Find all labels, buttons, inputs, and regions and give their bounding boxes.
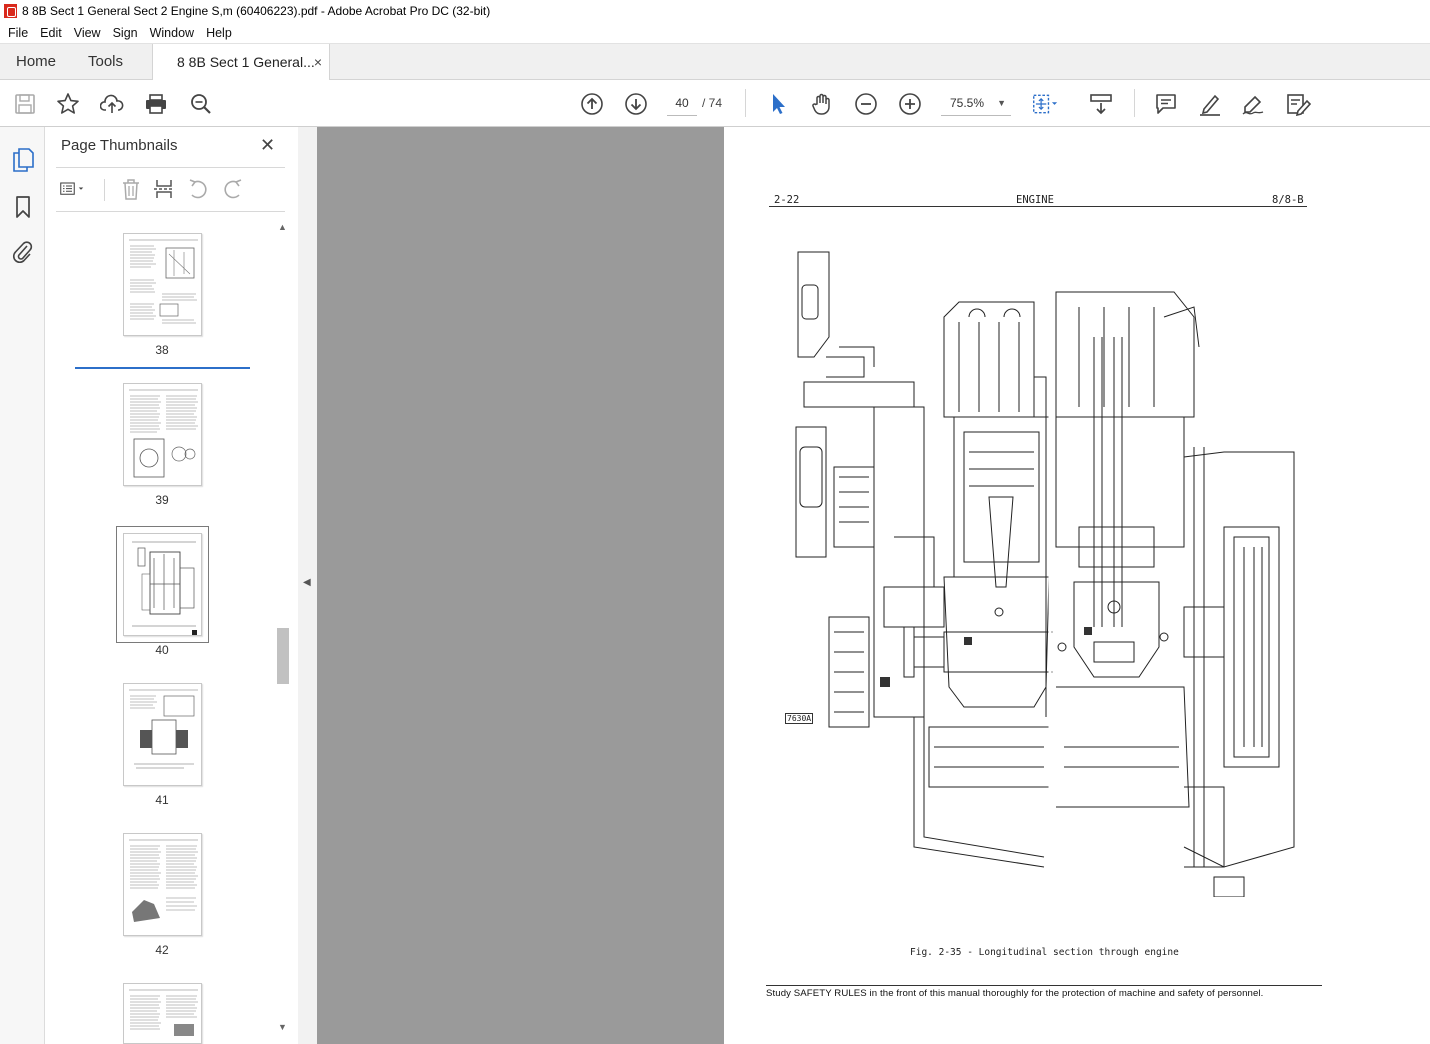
thumbnails-panel: Page Thumbnails ✕ 38 39 40 41 42: [46, 127, 298, 1044]
zoom-value: 75.5%: [950, 96, 985, 110]
menu-window[interactable]: Window: [144, 26, 200, 40]
window-title: 8 8B Sect 1 General Sect 2 Engine S,m (6…: [22, 4, 491, 18]
panel-title: Page Thumbnails: [61, 137, 178, 154]
page-number-input[interactable]: 40: [667, 90, 697, 116]
page-header-center: ENGINE: [1016, 194, 1054, 206]
close-panel-icon[interactable]: ✕: [260, 135, 275, 156]
edit-icon[interactable]: [1285, 91, 1311, 117]
star-icon[interactable]: [55, 91, 81, 117]
thumbnail-page-selected[interactable]: [123, 533, 202, 636]
close-tab-icon[interactable]: ×: [314, 44, 322, 80]
cursor-icon[interactable]: [765, 91, 791, 117]
menu-file[interactable]: File: [2, 26, 34, 40]
split-page-icon[interactable]: [152, 177, 176, 201]
divider: [56, 211, 285, 212]
rotate-right-icon[interactable]: [221, 177, 245, 201]
print-icon[interactable]: [143, 91, 169, 117]
thumbnail-page[interactable]: [123, 983, 202, 1044]
tab-tools[interactable]: Tools: [88, 44, 123, 80]
tab-bar: Home Tools 8 8B Sect 1 General... ×: [0, 44, 1430, 81]
rotate-left-icon[interactable]: [186, 177, 210, 201]
zoom-level-select[interactable]: 75.5% ▼: [941, 90, 1011, 116]
thumbnail-scrollbar[interactable]: ▲ ▼: [276, 220, 290, 1038]
tab-home[interactable]: Home: [16, 44, 56, 80]
title-bar: 8 8B Sect 1 General Sect 2 Engine S,m (6…: [0, 0, 1430, 22]
collapse-panel-icon[interactable]: ◀: [303, 577, 311, 588]
comment-icon[interactable]: [1153, 91, 1179, 117]
scroll-down-icon[interactable]: ▼: [278, 1022, 287, 1032]
thumbnail-page[interactable]: [123, 233, 202, 336]
highlight-icon[interactable]: [1197, 91, 1223, 117]
page-footer: Study SAFETY RULES in the front of this …: [766, 988, 1264, 999]
current-page-indicator: [75, 367, 250, 369]
page-thumbnails-icon[interactable]: [10, 147, 36, 173]
page-header-left: 2-22: [774, 194, 800, 206]
menu-help[interactable]: Help: [200, 26, 238, 40]
toolbar-divider: [1134, 89, 1135, 117]
scrollbar-thumb[interactable]: [277, 628, 289, 684]
tab-document[interactable]: 8 8B Sect 1 General... ×: [152, 44, 330, 81]
thumbnail-label: 39: [155, 493, 169, 507]
menu-sign[interactable]: Sign: [107, 26, 144, 40]
toolbar-divider: [104, 179, 105, 201]
toolbar-divider: [745, 89, 746, 117]
page-preview-image: [129, 389, 198, 478]
acrobat-app-icon: [4, 4, 17, 18]
engine-section-drawing: [795, 251, 1295, 897]
attachment-icon[interactable]: [10, 239, 36, 265]
page-preview-image: [132, 541, 197, 635]
thumbnail-page[interactable]: [123, 833, 202, 936]
figure-reference: 7630A: [785, 713, 814, 724]
bookmark-icon[interactable]: [10, 194, 36, 220]
menu-edit[interactable]: Edit: [34, 26, 68, 40]
thumbnail-page[interactable]: [123, 683, 202, 786]
menu-bar: File Edit View Sign Window Help: [0, 22, 1430, 44]
figure-caption: Fig. 2-35 - Longitudinal section through…: [910, 947, 1179, 958]
save-icon[interactable]: [12, 91, 38, 117]
scroll-up-icon[interactable]: ▲: [278, 222, 287, 232]
page-total: / 74: [702, 96, 723, 110]
page-preview-image: [129, 239, 198, 324]
sign-icon[interactable]: [1240, 91, 1266, 117]
arrow-down-circle-icon[interactable]: [623, 91, 649, 117]
zoom-out-icon[interactable]: [853, 91, 879, 117]
page-preview-image: [129, 689, 198, 769]
scroll-mode-icon[interactable]: [1088, 91, 1114, 117]
panel-splitter[interactable]: ◀: [298, 127, 317, 1044]
thumbnail-label: 38: [155, 343, 169, 357]
page-preview-image: [129, 839, 198, 922]
header-rule: [769, 206, 1307, 207]
thumbnail-label: 42: [155, 943, 169, 957]
upload-icon[interactable]: [99, 91, 125, 117]
zoom-in-icon[interactable]: [897, 91, 923, 117]
thumbnail-options-icon[interactable]: [60, 177, 84, 201]
left-rail: [0, 127, 45, 1044]
document-viewer[interactable]: 2-22 ENGINE 8/8-B 7630A Fig. 2-35 - Long…: [317, 127, 1430, 1044]
thumbnail-label: 40: [155, 643, 169, 657]
document-page: 2-22 ENGINE 8/8-B 7630A Fig. 2-35 - Long…: [724, 127, 1430, 1044]
page-header-right: 8/8-B: [1272, 194, 1304, 206]
delete-page-icon[interactable]: [119, 177, 143, 201]
fit-page-icon[interactable]: [1032, 91, 1058, 117]
divider: [56, 167, 285, 168]
menu-view[interactable]: View: [68, 26, 107, 40]
chevron-down-icon: ▼: [997, 98, 1006, 108]
zoom-search-icon[interactable]: [188, 91, 214, 117]
thumbnail-label: 41: [155, 793, 169, 807]
hand-icon[interactable]: [809, 91, 835, 117]
footer-rule: [766, 985, 1322, 986]
thumbnail-page[interactable]: [123, 383, 202, 486]
arrow-up-circle-icon[interactable]: [579, 91, 605, 117]
page-preview-image: [129, 989, 198, 1036]
document-tab-label: 8 8B Sect 1 General...: [177, 54, 315, 70]
